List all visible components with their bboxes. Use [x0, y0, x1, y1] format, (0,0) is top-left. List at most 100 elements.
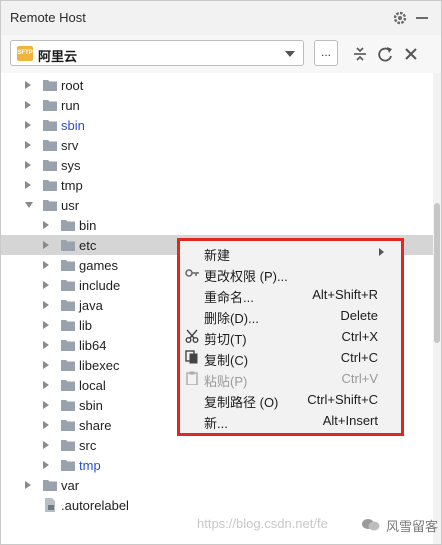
host-toolbar: SFTP 阿里云 ...	[1, 35, 441, 73]
folder-icon	[61, 280, 75, 291]
tree-item-label: lib64	[79, 338, 107, 353]
context-menu-item[interactable]: 删除(D)... Delete	[180, 305, 401, 326]
chevron-down-icon[interactable]	[25, 202, 33, 208]
panel-titlebar: Remote Host	[1, 1, 441, 35]
key-icon	[185, 269, 199, 277]
context-menu-item[interactable]: 重命名... Alt+Shift+R	[180, 284, 401, 305]
tree-item-label: srv	[61, 138, 79, 153]
chevron-right-icon[interactable]	[25, 141, 31, 149]
tree-item-label: local	[79, 378, 106, 393]
context-menu-item-shortcut: Ctrl+V	[341, 371, 378, 386]
folder-icon	[61, 420, 75, 431]
context-menu-item-shortcut: Alt+Insert	[322, 413, 378, 428]
more-options-button[interactable]: ...	[314, 40, 338, 66]
chevron-right-icon[interactable]	[25, 101, 31, 109]
chevron-right-icon[interactable]	[25, 181, 31, 189]
tree-folder-row[interactable]: sbin	[1, 115, 441, 135]
chevron-right-icon[interactable]	[43, 241, 49, 249]
tree-folder-row[interactable]: srv	[1, 135, 441, 155]
wechat-logo-icon	[362, 519, 380, 531]
chevron-right-icon[interactable]	[43, 321, 49, 329]
chevron-right-icon[interactable]	[43, 361, 49, 369]
chevron-right-icon[interactable]	[25, 161, 31, 169]
chevron-right-icon[interactable]	[43, 341, 49, 349]
paste-icon	[186, 371, 198, 385]
refresh-icon[interactable]	[376, 45, 394, 63]
tree-folder-row[interactable]: bin	[1, 215, 441, 235]
tree-item-label: lib	[79, 318, 93, 333]
tree-item-label: games	[79, 258, 119, 273]
tree-folder-row[interactable]: src	[1, 435, 441, 455]
context-menu-item-shortcut: Ctrl+X	[341, 329, 378, 344]
tree-folder-row[interactable]: tmp	[1, 455, 441, 475]
scroll-thumb[interactable]	[434, 203, 440, 343]
tree-item-label: java	[79, 298, 103, 313]
chevron-right-icon[interactable]	[43, 421, 49, 429]
chevron-right-icon	[379, 248, 384, 256]
tree-folder-row[interactable]: run	[1, 95, 441, 115]
context-menu-item-label: 粘贴(P)	[204, 374, 248, 389]
context-menu-item-shortcut: Ctrl+Shift+C	[307, 392, 378, 407]
context-menu-item-label: 剪切(T)	[204, 332, 247, 347]
context-menu-item[interactable]: 更改权限 (P)...	[180, 263, 401, 284]
tree-item-label: include	[79, 278, 121, 293]
chevron-right-icon[interactable]	[43, 441, 49, 449]
chevron-right-icon[interactable]	[43, 281, 49, 289]
tree-item-label: .autorelabel	[61, 498, 129, 513]
chevron-right-icon[interactable]	[25, 121, 31, 129]
context-menu-item-shortcut: Delete	[340, 308, 378, 323]
chevron-right-icon[interactable]	[43, 381, 49, 389]
context-menu-item[interactable]: 新建	[180, 242, 401, 263]
folder-icon	[61, 460, 75, 471]
folder-icon	[43, 120, 57, 131]
context-menu-item[interactable]: 新... Alt+Insert	[180, 410, 401, 431]
tree-file-row[interactable]: .autorelabel	[1, 495, 441, 515]
context-menu-item[interactable]: 复制(C) Ctrl+C	[180, 347, 401, 368]
folder-icon	[61, 260, 75, 271]
folder-icon	[43, 180, 57, 191]
context-menu-item-label: 更改权限 (P)...	[204, 269, 288, 284]
context-menu-item[interactable]: 剪切(T) Ctrl+X	[180, 326, 401, 347]
host-select[interactable]: SFTP 阿里云	[10, 40, 304, 66]
tree-item-label: sys	[61, 158, 81, 173]
folder-icon	[61, 240, 75, 251]
context-menu-item-label: 复制(C)	[204, 353, 249, 368]
folder-icon	[43, 160, 57, 171]
chevron-right-icon[interactable]	[25, 81, 31, 89]
tree-scrollbar[interactable]	[433, 73, 441, 544]
tree-folder-row[interactable]: tmp	[1, 175, 441, 195]
context-menu-item-label: 新建	[204, 248, 231, 263]
gear-icon[interactable]	[391, 9, 409, 27]
folder-icon	[61, 360, 75, 371]
context-menu-item[interactable]: 复制路径 (O) Ctrl+Shift+C	[180, 389, 401, 410]
context-menu-item: 粘贴(P) Ctrl+V	[180, 368, 401, 389]
panel-title: Remote Host	[10, 10, 86, 25]
tree-folder-row[interactable]: root	[1, 75, 441, 95]
folder-icon	[61, 340, 75, 351]
collapse-all-icon[interactable]	[351, 45, 369, 63]
tree-item-label: bin	[79, 218, 97, 233]
close-icon[interactable]	[402, 45, 420, 63]
folder-icon	[61, 220, 75, 231]
chevron-right-icon[interactable]	[43, 401, 49, 409]
chevron-right-icon[interactable]	[43, 261, 49, 269]
file-lock-icon	[45, 498, 55, 512]
tree-item-label: sbin	[79, 398, 103, 413]
chevron-right-icon[interactable]	[43, 221, 49, 229]
folder-icon	[43, 140, 57, 151]
chevron-right-icon[interactable]	[43, 461, 49, 469]
tree-item-label: tmp	[79, 458, 101, 473]
folder-icon	[61, 380, 75, 391]
tree-item-label: libexec	[79, 358, 120, 373]
chevron-right-icon[interactable]	[25, 481, 31, 489]
watermark-author: 风雪留客	[386, 519, 439, 534]
context-menu: 新建更改权限 (P)... 重命名... Alt+Shift+R 删除(D)... De…	[177, 238, 404, 436]
minimize-icon[interactable]	[416, 17, 428, 19]
copy-icon	[185, 350, 198, 364]
tree-folder-row[interactable]: usr	[1, 195, 441, 215]
context-menu-item-label: 新...	[204, 416, 228, 431]
tree-folder-row[interactable]: var	[1, 475, 441, 495]
remote-host-panel: Remote Host SFTP 阿里云 ... root run sbin srv s…	[0, 0, 442, 545]
chevron-right-icon[interactable]	[43, 301, 49, 309]
tree-folder-row[interactable]: sys	[1, 155, 441, 175]
